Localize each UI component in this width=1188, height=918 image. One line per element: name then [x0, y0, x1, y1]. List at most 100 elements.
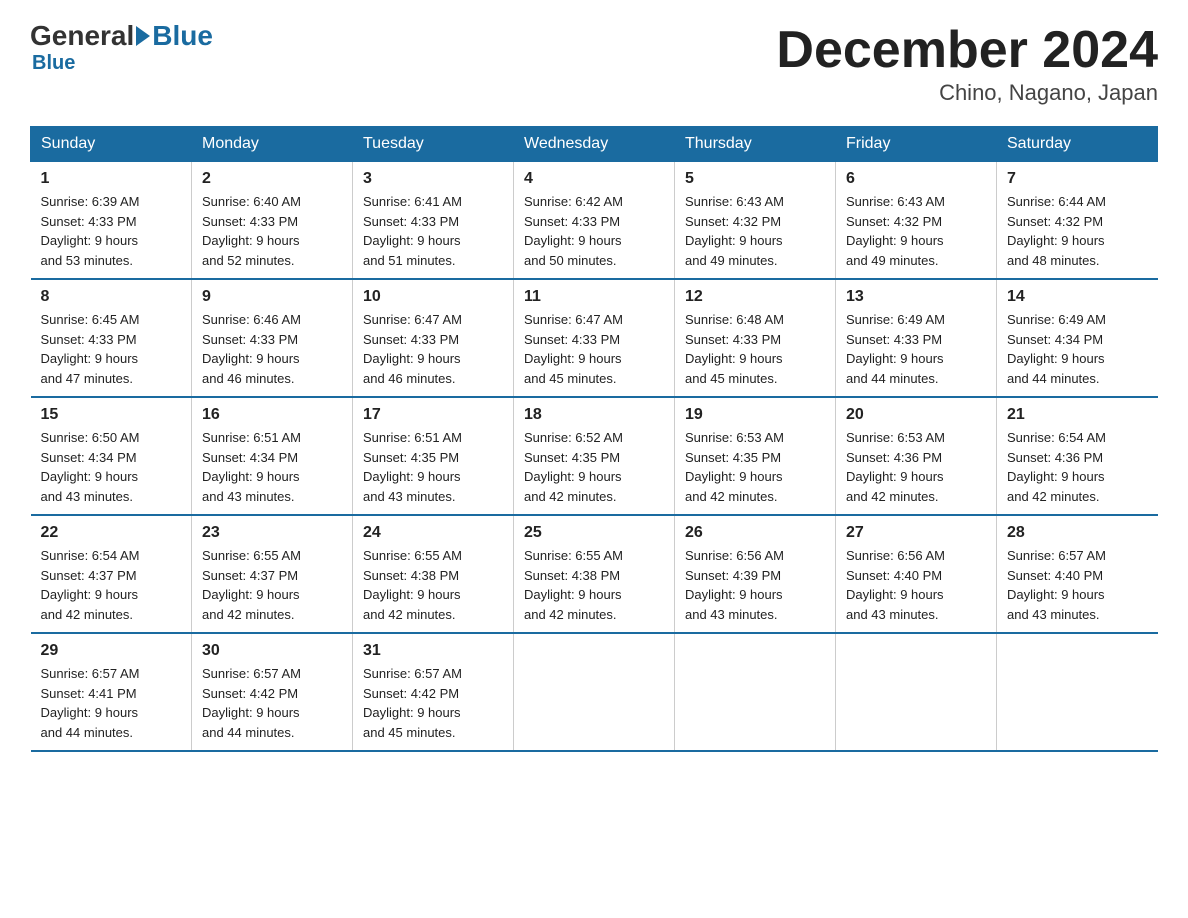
table-row: 12 Sunrise: 6:48 AM Sunset: 4:33 PM Dayl…	[675, 279, 836, 397]
table-row: 9 Sunrise: 6:46 AM Sunset: 4:33 PM Dayli…	[192, 279, 353, 397]
table-row: 17 Sunrise: 6:51 AM Sunset: 4:35 PM Dayl…	[353, 397, 514, 515]
day-info: Sunrise: 6:48 AM Sunset: 4:33 PM Dayligh…	[685, 310, 825, 388]
day-info: Sunrise: 6:47 AM Sunset: 4:33 PM Dayligh…	[524, 310, 664, 388]
table-row: 21 Sunrise: 6:54 AM Sunset: 4:36 PM Dayl…	[997, 397, 1158, 515]
day-info: Sunrise: 6:53 AM Sunset: 4:35 PM Dayligh…	[685, 428, 825, 506]
day-info: Sunrise: 6:55 AM Sunset: 4:38 PM Dayligh…	[524, 546, 664, 624]
day-info: Sunrise: 6:54 AM Sunset: 4:37 PM Dayligh…	[41, 546, 182, 624]
table-row: 2 Sunrise: 6:40 AM Sunset: 4:33 PM Dayli…	[192, 162, 353, 280]
day-info: Sunrise: 6:54 AM Sunset: 4:36 PM Dayligh…	[1007, 428, 1148, 506]
day-number: 21	[1007, 406, 1148, 424]
header-wednesday: Wednesday	[514, 127, 675, 162]
table-row: 23 Sunrise: 6:55 AM Sunset: 4:37 PM Dayl…	[192, 515, 353, 633]
day-number: 26	[685, 524, 825, 542]
page-header: General Blue Blue December 2024 Chino, N…	[30, 20, 1158, 106]
table-row: 10 Sunrise: 6:47 AM Sunset: 4:33 PM Dayl…	[353, 279, 514, 397]
day-info: Sunrise: 6:56 AM Sunset: 4:39 PM Dayligh…	[685, 546, 825, 624]
day-number: 25	[524, 524, 664, 542]
day-number: 11	[524, 288, 664, 306]
day-number: 6	[846, 170, 986, 188]
calendar-week-row: 15 Sunrise: 6:50 AM Sunset: 4:34 PM Dayl…	[31, 397, 1158, 515]
logo: General Blue Blue	[30, 20, 213, 75]
day-number: 14	[1007, 288, 1148, 306]
day-number: 29	[41, 642, 182, 660]
header-friday: Friday	[836, 127, 997, 162]
title-block: December 2024 Chino, Nagano, Japan	[776, 20, 1158, 106]
day-number: 5	[685, 170, 825, 188]
day-info: Sunrise: 6:50 AM Sunset: 4:34 PM Dayligh…	[41, 428, 182, 506]
day-number: 15	[41, 406, 182, 424]
table-row: 30 Sunrise: 6:57 AM Sunset: 4:42 PM Dayl…	[192, 633, 353, 751]
day-number: 18	[524, 406, 664, 424]
day-number: 12	[685, 288, 825, 306]
day-info: Sunrise: 6:57 AM Sunset: 4:41 PM Dayligh…	[41, 664, 182, 742]
table-row: 13 Sunrise: 6:49 AM Sunset: 4:33 PM Dayl…	[836, 279, 997, 397]
table-row: 24 Sunrise: 6:55 AM Sunset: 4:38 PM Dayl…	[353, 515, 514, 633]
table-row: 8 Sunrise: 6:45 AM Sunset: 4:33 PM Dayli…	[31, 279, 192, 397]
table-row: 7 Sunrise: 6:44 AM Sunset: 4:32 PM Dayli…	[997, 162, 1158, 280]
table-row: 18 Sunrise: 6:52 AM Sunset: 4:35 PM Dayl…	[514, 397, 675, 515]
header-thursday: Thursday	[675, 127, 836, 162]
table-row	[997, 633, 1158, 751]
logo-general-text: General	[30, 20, 134, 52]
day-number: 3	[363, 170, 503, 188]
day-number: 31	[363, 642, 503, 660]
day-number: 22	[41, 524, 182, 542]
table-row	[675, 633, 836, 751]
day-info: Sunrise: 6:45 AM Sunset: 4:33 PM Dayligh…	[41, 310, 182, 388]
day-number: 2	[202, 170, 342, 188]
header-monday: Monday	[192, 127, 353, 162]
day-info: Sunrise: 6:44 AM Sunset: 4:32 PM Dayligh…	[1007, 192, 1148, 270]
day-number: 4	[524, 170, 664, 188]
table-row: 1 Sunrise: 6:39 AM Sunset: 4:33 PM Dayli…	[31, 162, 192, 280]
logo-arrow-icon	[136, 26, 150, 46]
table-row: 19 Sunrise: 6:53 AM Sunset: 4:35 PM Dayl…	[675, 397, 836, 515]
day-number: 9	[202, 288, 342, 306]
logo-subtitle: Blue	[32, 52, 75, 74]
day-info: Sunrise: 6:40 AM Sunset: 4:33 PM Dayligh…	[202, 192, 342, 270]
day-info: Sunrise: 6:39 AM Sunset: 4:33 PM Dayligh…	[41, 192, 182, 270]
day-info: Sunrise: 6:47 AM Sunset: 4:33 PM Dayligh…	[363, 310, 503, 388]
calendar-table: Sunday Monday Tuesday Wednesday Thursday…	[30, 126, 1158, 752]
day-info: Sunrise: 6:57 AM Sunset: 4:40 PM Dayligh…	[1007, 546, 1148, 624]
day-info: Sunrise: 6:43 AM Sunset: 4:32 PM Dayligh…	[846, 192, 986, 270]
table-row: 31 Sunrise: 6:57 AM Sunset: 4:42 PM Dayl…	[353, 633, 514, 751]
day-info: Sunrise: 6:55 AM Sunset: 4:38 PM Dayligh…	[363, 546, 503, 624]
day-number: 19	[685, 406, 825, 424]
day-info: Sunrise: 6:46 AM Sunset: 4:33 PM Dayligh…	[202, 310, 342, 388]
table-row: 28 Sunrise: 6:57 AM Sunset: 4:40 PM Dayl…	[997, 515, 1158, 633]
day-number: 27	[846, 524, 986, 542]
table-row	[836, 633, 997, 751]
day-info: Sunrise: 6:57 AM Sunset: 4:42 PM Dayligh…	[202, 664, 342, 742]
calendar-title: December 2024	[776, 20, 1158, 80]
calendar-week-row: 1 Sunrise: 6:39 AM Sunset: 4:33 PM Dayli…	[31, 162, 1158, 280]
day-number: 24	[363, 524, 503, 542]
header-saturday: Saturday	[997, 127, 1158, 162]
day-info: Sunrise: 6:57 AM Sunset: 4:42 PM Dayligh…	[363, 664, 503, 742]
day-info: Sunrise: 6:55 AM Sunset: 4:37 PM Dayligh…	[202, 546, 342, 624]
table-row: 20 Sunrise: 6:53 AM Sunset: 4:36 PM Dayl…	[836, 397, 997, 515]
table-row: 22 Sunrise: 6:54 AM Sunset: 4:37 PM Dayl…	[31, 515, 192, 633]
table-row: 14 Sunrise: 6:49 AM Sunset: 4:34 PM Dayl…	[997, 279, 1158, 397]
day-number: 8	[41, 288, 182, 306]
day-info: Sunrise: 6:43 AM Sunset: 4:32 PM Dayligh…	[685, 192, 825, 270]
calendar-location: Chino, Nagano, Japan	[776, 80, 1158, 106]
day-info: Sunrise: 6:41 AM Sunset: 4:33 PM Dayligh…	[363, 192, 503, 270]
table-row: 3 Sunrise: 6:41 AM Sunset: 4:33 PM Dayli…	[353, 162, 514, 280]
table-row	[514, 633, 675, 751]
day-info: Sunrise: 6:56 AM Sunset: 4:40 PM Dayligh…	[846, 546, 986, 624]
table-row: 26 Sunrise: 6:56 AM Sunset: 4:39 PM Dayl…	[675, 515, 836, 633]
day-number: 16	[202, 406, 342, 424]
day-info: Sunrise: 6:42 AM Sunset: 4:33 PM Dayligh…	[524, 192, 664, 270]
table-row: 27 Sunrise: 6:56 AM Sunset: 4:40 PM Dayl…	[836, 515, 997, 633]
header-sunday: Sunday	[31, 127, 192, 162]
calendar-week-row: 22 Sunrise: 6:54 AM Sunset: 4:37 PM Dayl…	[31, 515, 1158, 633]
day-number: 23	[202, 524, 342, 542]
table-row: 6 Sunrise: 6:43 AM Sunset: 4:32 PM Dayli…	[836, 162, 997, 280]
day-number: 10	[363, 288, 503, 306]
day-number: 30	[202, 642, 342, 660]
day-number: 28	[1007, 524, 1148, 542]
table-row: 16 Sunrise: 6:51 AM Sunset: 4:34 PM Dayl…	[192, 397, 353, 515]
day-info: Sunrise: 6:49 AM Sunset: 4:33 PM Dayligh…	[846, 310, 986, 388]
day-number: 17	[363, 406, 503, 424]
